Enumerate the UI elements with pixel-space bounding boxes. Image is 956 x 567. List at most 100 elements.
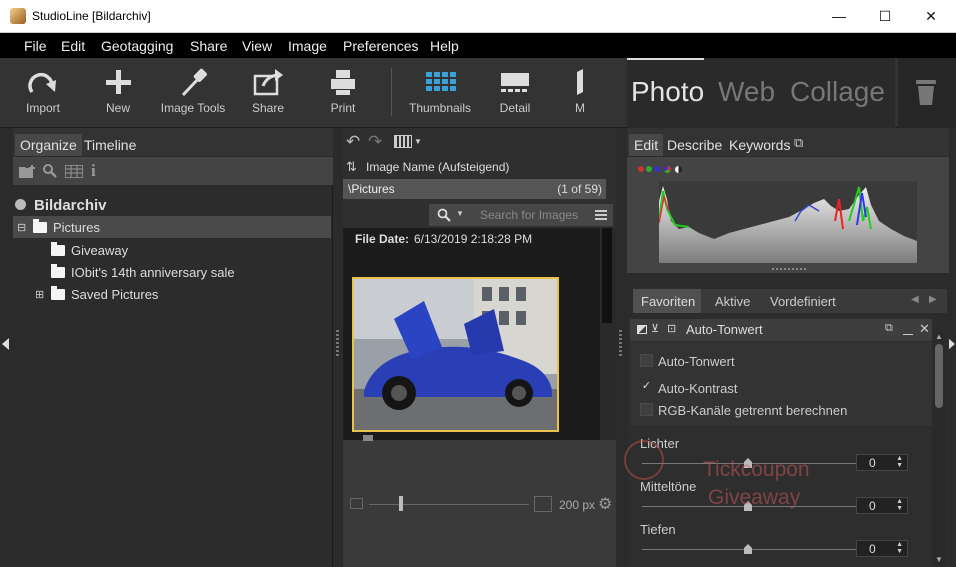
sort-icon[interactable]: ⇅ [346,159,357,175]
menu-icon[interactable] [595,210,607,220]
scroll-down-icon[interactable]: ▼ [935,555,943,564]
histogram-chart [659,181,917,263]
new-folder-icon[interactable] [19,165,37,178]
path-bar: \Pictures (1 of 59) [343,179,606,199]
menu-image[interactable]: Image [288,38,327,54]
tiefen-slider-thumb[interactable] [744,544,752,554]
collapse-left-arrow-icon[interactable] [2,338,9,350]
next-tab-icon[interactable]: ▶ [929,294,937,305]
rgb-channel-icon[interactable] [664,166,671,173]
small-thumbnail-icon[interactable] [350,498,363,509]
left-splitter-grip[interactable] [336,330,339,356]
search-options-dropdown-icon[interactable]: ▼ [456,209,464,218]
active-mode-indicator [627,58,704,60]
tool-minimize-icon[interactable] [903,334,913,335]
folder-icon [51,286,65,300]
thumbnails-button[interactable]: Thumbnails [405,58,475,128]
image-tools-button[interactable]: Image Tools [158,58,228,128]
trash-button[interactable] [898,58,956,128]
large-thumbnail-icon[interactable] [534,496,552,512]
mitteltoene-label: Mitteltöne [640,479,697,494]
import-button[interactable]: Import [8,58,78,128]
tab-timeline[interactable]: Timeline [79,134,141,156]
collapse-toggle[interactable]: ⊟ [17,221,26,234]
scrollbar-thumb[interactable] [602,228,612,323]
archive-title: Bildarchiv [34,197,107,214]
eyedropper-icon [181,68,207,97]
search-box[interactable]: ▼ Search for Images [429,204,613,226]
lichter-value-input[interactable]: 0 ▲ ▼ [856,454,908,471]
gear-icon[interactable]: ⚙ [598,494,612,514]
map-button[interactable]: M [547,58,587,128]
right-splitter-grip[interactable] [619,330,622,356]
menu-view[interactable]: View [242,38,272,54]
search-icon[interactable] [42,163,57,178]
mitteltoene-value-input[interactable]: 0 ▲ ▼ [856,497,908,514]
sort-label[interactable]: Image Name (Aufsteigend) [366,160,509,174]
auto-tonwert-label: Auto-Tonwert [658,354,735,369]
watermark-line1: Tickcoupon [703,458,810,481]
close-button[interactable]: ✕ [908,0,954,32]
new-button[interactable]: New [83,58,153,128]
tool-detach-icon[interactable]: ⧉ [885,322,893,335]
collapse-right-arrow-icon[interactable] [948,338,955,350]
thumbnail-size-thumb[interactable] [399,496,403,511]
tool-apply-icon[interactable]: ⊡ [667,322,676,335]
menu-help[interactable]: Help [430,38,459,54]
tree-item-iobit-sale[interactable]: IObit's 14th anniversary sale [51,264,235,280]
share-button[interactable]: Share [233,58,303,128]
detail-button[interactable]: Detail [480,58,550,128]
tool-close-icon[interactable]: ✕ [919,321,930,337]
options-scrollbar[interactable]: ▲ ▼ [933,332,945,567]
menu-geotagging[interactable]: Geotagging [101,38,173,54]
view-mode-icon[interactable] [394,135,412,148]
tab-organize[interactable]: Organize [15,134,82,156]
auto-tonwert-checkbox[interactable] [640,354,653,367]
tab-edit[interactable]: Edit [629,134,664,156]
view-mode-dropdown-icon[interactable]: ▼ [414,137,422,146]
mode-photo[interactable]: Photo [631,76,704,108]
tree-item-giveaway[interactable]: Giveaway [51,242,128,258]
scroll-up-icon[interactable]: ▲ [935,332,943,341]
blue-channel-icon[interactable] [654,166,660,172]
map-icon [577,69,583,95]
search-input[interactable]: Search for Images [480,208,578,222]
thumbnail-size-slider[interactable] [369,504,529,505]
histogram-resize-grip[interactable] [772,268,806,270]
detail-icon [501,73,529,92]
minimize-button[interactable]: — [816,0,862,32]
green-channel-icon[interactable] [646,166,652,172]
print-button[interactable]: Print [308,58,378,128]
maximize-button[interactable]: ☐ [862,0,908,32]
organize-panel: Organize Timeline i Bildarchiv ⊟ Picture… [13,128,333,567]
luminance-channel-icon[interactable] [675,166,682,173]
tab-aktive[interactable]: Aktive [715,294,750,309]
prev-tab-icon[interactable]: ◀ [911,294,919,305]
mode-collage[interactable]: Collage [790,76,885,108]
tab-describe[interactable]: Describe [662,134,727,156]
selected-thumbnail[interactable] [352,277,559,432]
info-icon[interactable]: i [91,161,96,181]
tab-keywords[interactable]: Keywords [724,134,795,156]
expand-toggle[interactable]: ⊞ [35,288,44,301]
menu-edit[interactable]: Edit [61,38,85,54]
menu-preferences[interactable]: Preferences [343,38,418,54]
tool-preview-icon[interactable] [637,325,647,334]
undo-icon[interactable]: ↶ [346,132,360,152]
tab-vordefiniert[interactable]: Vordefiniert [770,294,836,309]
tiefen-value-input[interactable]: 0 ▲ ▼ [856,540,908,557]
tool-reset-icon[interactable]: ⊻ [651,322,659,335]
options-scrollbar-thumb[interactable] [935,344,943,408]
menu-file[interactable]: File [24,38,47,54]
auto-kontrast-checkbox[interactable]: ✓ [640,381,653,394]
thumbnail-scrollbar[interactable] [600,228,616,440]
rgb-separate-checkbox[interactable] [640,403,653,416]
tiefen-label: Tiefen [640,522,676,537]
redo-icon[interactable]: ↷ [368,132,382,152]
more-tabs-icon[interactable]: ⧉ [794,135,803,151]
tab-favoriten[interactable]: Favoriten [641,294,695,309]
table-view-icon[interactable] [65,165,83,178]
mode-web[interactable]: Web [718,76,775,108]
menu-share[interactable]: Share [190,38,227,54]
red-channel-icon[interactable] [638,166,644,172]
